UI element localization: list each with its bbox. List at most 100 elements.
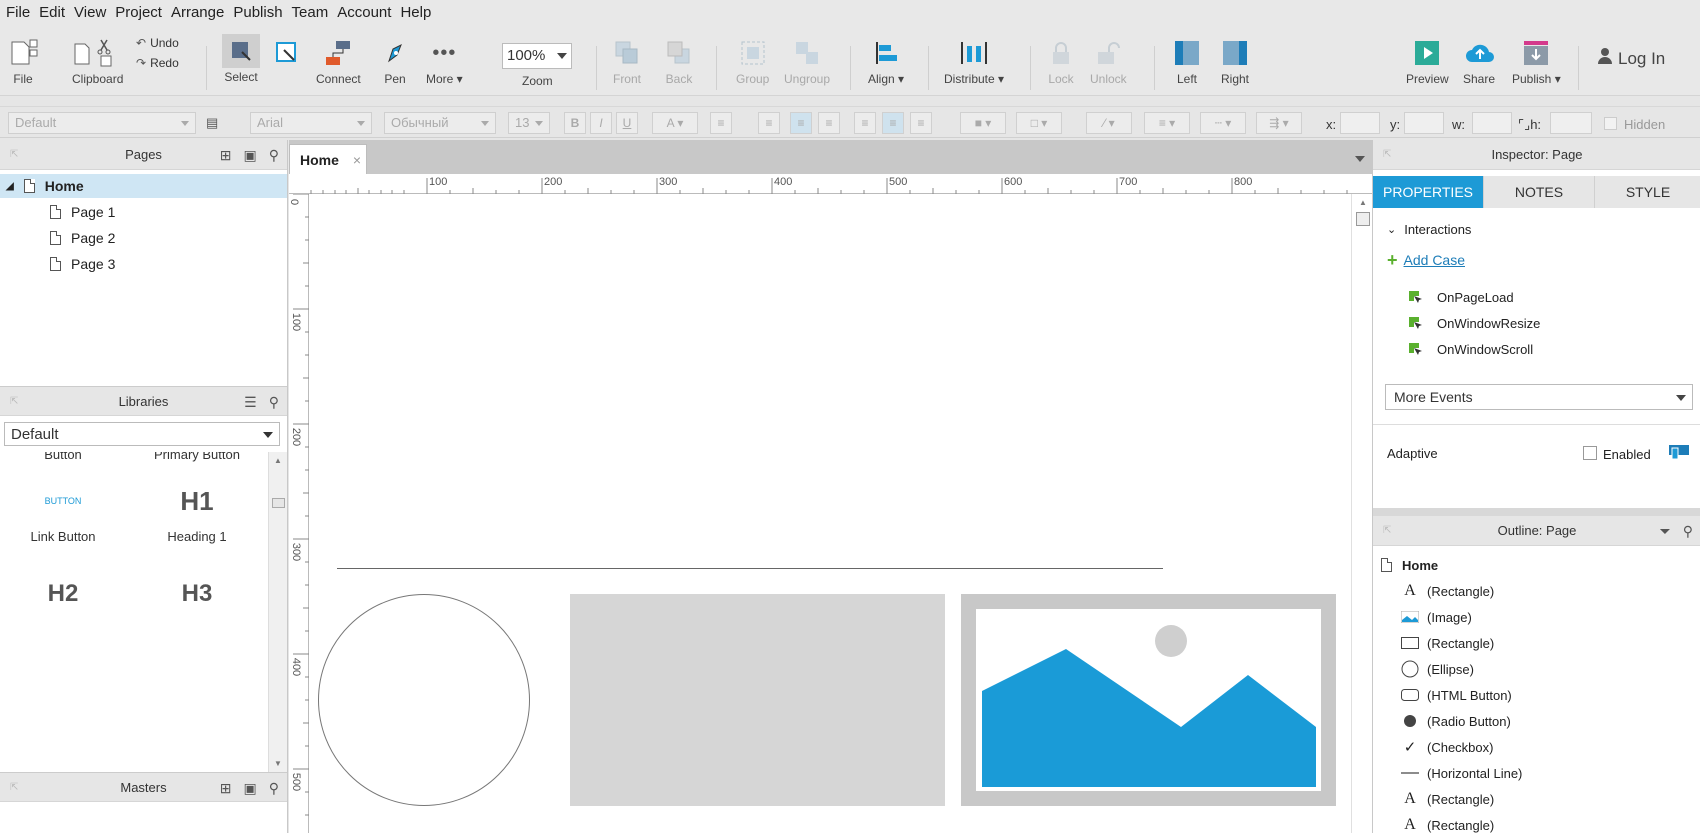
page-item-page-2[interactable]: Page 2: [0, 226, 287, 250]
menu-publish[interactable]: Publish: [231, 4, 289, 21]
adaptive-enabled-checkbox[interactable]: [1583, 446, 1597, 460]
pin-icon[interactable]: ⇱: [1383, 149, 1393, 160]
undo-button[interactable]: ↶ Undo: [136, 36, 179, 50]
pin-icon[interactable]: ⇱: [10, 149, 20, 160]
login-button[interactable]: Log In: [1598, 48, 1665, 69]
outline-item[interactable]: (HTML Button): [1401, 684, 1512, 706]
line-width-icon[interactable]: ≡ ▾: [1144, 112, 1190, 134]
outline-root-home[interactable]: Home: [1381, 554, 1438, 576]
ungroup-button[interactable]: Ungroup: [784, 38, 830, 86]
more-events-select[interactable]: More Events: [1385, 384, 1693, 410]
library-scrollbar[interactable]: ▲ ▼: [268, 452, 287, 772]
h-input[interactable]: [1550, 112, 1592, 134]
pin-icon[interactable]: ⇱: [1383, 525, 1393, 536]
add-folder-icon[interactable]: ▣: [244, 780, 257, 797]
select-tool-button[interactable]: Select: [222, 34, 260, 84]
tab-menu-chevron-icon[interactable]: [1355, 156, 1365, 162]
add-folder-icon[interactable]: ▣: [244, 147, 257, 164]
search-icon[interactable]: ⚲: [269, 780, 279, 797]
lock-button[interactable]: Lock: [1046, 38, 1076, 86]
canvas-scrollbar[interactable]: ▲: [1351, 194, 1373, 833]
bullet-list-icon[interactable]: ≡: [710, 112, 732, 134]
menu-arrange[interactable]: Arrange: [169, 4, 231, 21]
add-page-icon[interactable]: ⊞: [220, 147, 232, 164]
outline-item[interactable]: A (Rectangle): [1401, 580, 1494, 602]
ellipse-widget[interactable]: [318, 594, 530, 806]
menu-icon[interactable]: ☰: [244, 394, 257, 411]
scroll-down-icon[interactable]: ▼: [274, 759, 282, 768]
group-button[interactable]: Group: [736, 38, 769, 86]
arrow-style-icon[interactable]: ⇶ ▾: [1256, 112, 1302, 134]
image-widget[interactable]: [961, 594, 1336, 806]
align-center-icon[interactable]: ≡: [790, 112, 812, 134]
event-onwindowscroll[interactable]: OnWindowScroll: [1409, 342, 1533, 357]
outline-item[interactable]: A (Rectangle): [1401, 788, 1494, 810]
proportion-lock-icon[interactable]: ⌜⌟: [1518, 117, 1530, 132]
rectangle-widget[interactable]: [570, 594, 945, 806]
bold-button[interactable]: B: [564, 112, 586, 134]
h3-preview[interactable]: H3: [137, 580, 257, 608]
font-weight-select[interactable]: Обычный: [384, 112, 496, 134]
shadow-icon[interactable]: □ ▾: [1016, 112, 1062, 134]
publish-button[interactable]: Publish ▾: [1512, 38, 1561, 86]
page-item-page-3[interactable]: Page 3: [0, 252, 287, 276]
w-input[interactable]: [1472, 112, 1512, 134]
y-input[interactable]: [1404, 112, 1444, 134]
library-item-link-button[interactable]: Link Button: [3, 529, 123, 544]
pin-icon[interactable]: ⇱: [10, 396, 20, 407]
underline-button[interactable]: U: [616, 112, 638, 134]
interactions-section[interactable]: ⌄ Interactions: [1387, 222, 1471, 237]
valign-top-icon[interactable]: ≡: [854, 112, 876, 134]
text-color-icon[interactable]: A ▾: [652, 112, 698, 134]
search-icon[interactable]: ⚲: [269, 394, 279, 411]
fill-color-icon[interactable]: ■ ▾: [960, 112, 1006, 134]
outline-item[interactable]: (Radio Button): [1401, 710, 1511, 732]
select-mode-button[interactable]: [272, 38, 302, 68]
x-input[interactable]: [1340, 112, 1380, 134]
link-button-preview[interactable]: BUTTON: [3, 496, 123, 506]
tab-style[interactable]: STYLE: [1595, 176, 1700, 208]
scroll-thumb[interactable]: [1356, 212, 1370, 226]
pin-icon[interactable]: ⇱: [10, 782, 20, 793]
menu-team[interactable]: Team: [290, 4, 336, 21]
h1-preview[interactable]: H1: [137, 486, 257, 517]
pen-tool-button[interactable]: Pen: [380, 38, 410, 86]
valign-middle-icon[interactable]: ≡: [882, 112, 904, 134]
collapse-triangle-icon[interactable]: ◢: [6, 181, 14, 192]
library-item-button[interactable]: Button: [3, 452, 123, 462]
filter-icon[interactable]: ⏷: [1660, 523, 1671, 540]
align-right-icon[interactable]: ≡: [818, 112, 840, 134]
bring-front-button[interactable]: Front: [612, 38, 642, 86]
hidden-checkbox[interactable]: [1604, 117, 1617, 130]
outline-item[interactable]: (Rectangle): [1401, 632, 1494, 654]
scroll-up-icon[interactable]: ▲: [1359, 198, 1367, 207]
align-left-icon[interactable]: ≡: [758, 112, 780, 134]
library-item-primary-button[interactable]: Primary Button: [137, 452, 257, 462]
style-edit-icon[interactable]: ▤: [206, 115, 218, 131]
tab-notes[interactable]: NOTES: [1484, 176, 1595, 208]
scroll-up-icon[interactable]: ▲: [274, 456, 282, 465]
menu-edit[interactable]: Edit: [37, 4, 72, 21]
library-select[interactable]: Default: [4, 422, 280, 446]
clipboard-button[interactable]: Clipboard: [72, 38, 123, 86]
outline-item[interactable]: (Ellipse): [1401, 658, 1474, 680]
tab-properties[interactable]: PROPERTIES: [1373, 176, 1484, 208]
font-size-select[interactable]: 13: [508, 112, 550, 134]
page-item-page-1[interactable]: Page 1: [0, 200, 287, 224]
file-button[interactable]: File: [8, 38, 38, 86]
horizontal-line-widget[interactable]: [337, 568, 1163, 569]
line-style-icon[interactable]: ┄ ▾: [1200, 112, 1246, 134]
event-onpageload[interactable]: OnPageLoad: [1409, 290, 1514, 305]
close-icon[interactable]: ×: [353, 152, 361, 168]
library-item-heading-1[interactable]: Heading 1: [137, 529, 257, 544]
scroll-thumb[interactable]: [272, 498, 285, 508]
style-select[interactable]: Default: [8, 112, 196, 134]
share-button[interactable]: Share: [1463, 38, 1495, 86]
add-case-link[interactable]: + Add Case: [1387, 251, 1465, 269]
menu-project[interactable]: Project: [113, 4, 169, 21]
left-button[interactable]: Left: [1172, 38, 1202, 86]
search-icon[interactable]: ⚲: [1683, 523, 1693, 540]
distribute-button[interactable]: Distribute ▾: [944, 38, 1004, 86]
zoom-select[interactable]: 100%: [502, 43, 572, 69]
adaptive-views-icon[interactable]: [1669, 445, 1689, 462]
